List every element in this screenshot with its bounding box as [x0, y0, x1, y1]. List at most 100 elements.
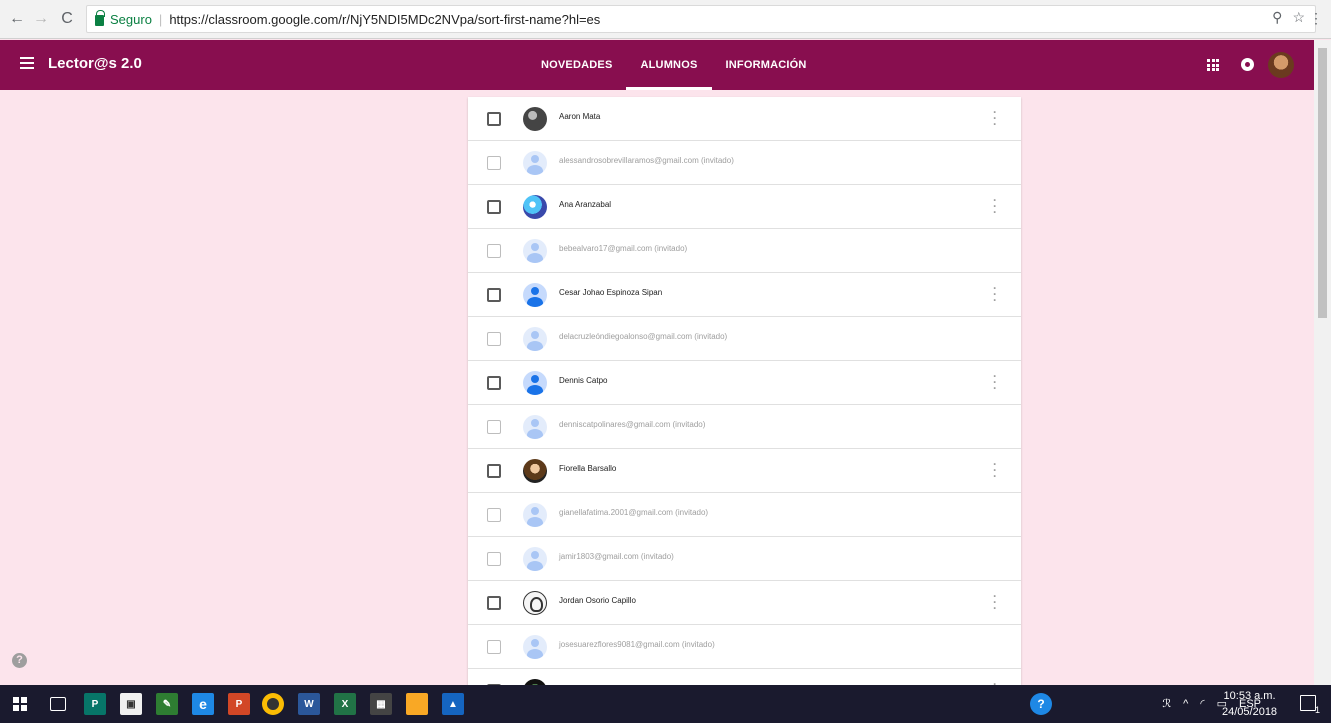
- photos-icon[interactable]: ▲: [442, 693, 464, 715]
- student-row[interactable]: Jordan Osorio Capillo · · ·: [468, 581, 1021, 625]
- more-options-icon[interactable]: ···: [993, 282, 997, 306]
- student-name[interactable]: Aaron Mata: [559, 112, 600, 121]
- invited-row[interactable]: josesuarezflores9081@gmail.com (invitado…: [468, 625, 1021, 669]
- address-bar-actions: ⚲ ☆: [1272, 9, 1305, 26]
- more-options-icon[interactable]: ···: [993, 590, 997, 614]
- lock-icon: [95, 10, 105, 26]
- separator: |: [158, 11, 163, 27]
- notifications-icon[interactable]: [1241, 58, 1254, 71]
- default-avatar-icon: [523, 151, 547, 175]
- student-avatar: [523, 459, 547, 483]
- student-name[interactable]: Ana Aranzabal: [559, 200, 611, 209]
- tab-novedades[interactable]: NOVEDADES: [527, 40, 626, 90]
- people-icon[interactable]: ℛ: [1162, 697, 1171, 710]
- student-row[interactable]: Fiorella Barsallo · · ·: [468, 449, 1021, 493]
- invited-email: denniscatpolinares@gmail.com (invitado): [559, 420, 706, 429]
- select-checkbox[interactable]: [487, 464, 501, 478]
- more-options-icon[interactable]: ···: [993, 106, 997, 130]
- apps-grid-icon[interactable]: [1207, 59, 1219, 71]
- invited-row[interactable]: jamir1803@gmail.com (invitado): [468, 537, 1021, 581]
- select-checkbox[interactable]: [487, 288, 501, 302]
- select-checkbox[interactable]: [487, 420, 501, 434]
- select-checkbox[interactable]: [487, 508, 501, 522]
- calculator-icon[interactable]: ▦: [370, 693, 392, 715]
- excel-icon[interactable]: X: [334, 693, 356, 715]
- select-checkbox[interactable]: [487, 244, 501, 258]
- more-options-icon[interactable]: ···: [993, 458, 997, 482]
- student-row[interactable]: Ana Aranzabal · · ·: [468, 185, 1021, 229]
- url-text: https://classroom.google.com/r/NjY5NDI5M…: [169, 11, 601, 27]
- invited-email: gianellafatima.2001@gmail.com (invitado): [559, 508, 709, 517]
- help-tray-icon[interactable]: ?: [1030, 693, 1052, 715]
- star-icon[interactable]: ☆: [1292, 9, 1305, 26]
- profile-avatar[interactable]: [1268, 52, 1294, 78]
- invited-row[interactable]: alessandrosobrevillaramos@gmail.com (inv…: [468, 141, 1021, 185]
- invited-email: josesuarezflores9081@gmail.com (invitado…: [559, 640, 715, 649]
- student-avatar: [523, 195, 547, 219]
- select-checkbox[interactable]: [487, 596, 501, 610]
- action-center-icon[interactable]: 1: [1300, 695, 1320, 715]
- student-roster: Aaron Mata · · · alessandrosobrevillaramos@…: [468, 97, 1021, 685]
- edge-icon[interactable]: e: [192, 693, 214, 715]
- invited-email: bebealvaro17@gmail.com (invitado): [559, 244, 688, 253]
- student-name[interactable]: Dennis Catpo: [559, 376, 607, 385]
- word-icon[interactable]: W: [298, 693, 320, 715]
- invited-row[interactable]: delacruzleóndiegoalonso@gmail.com (invit…: [468, 317, 1021, 361]
- system-clock[interactable]: 10:53 a.m. 24/05/2018: [1222, 688, 1277, 720]
- hamburger-menu-icon[interactable]: [20, 57, 34, 69]
- student-row[interactable]: Dennis Catpo · · ·: [468, 361, 1021, 405]
- help-icon[interactable]: ?: [12, 653, 27, 668]
- invited-email: alessandrosobrevillaramos@gmail.com (inv…: [559, 156, 734, 165]
- select-checkbox[interactable]: [487, 640, 501, 654]
- tab-alumnos[interactable]: ALUMNOS: [626, 40, 712, 90]
- student-name[interactable]: Jordan Osorio Capillo: [559, 596, 636, 605]
- invited-email: jamir1803@gmail.com (invitado): [559, 552, 674, 561]
- file-explorer-icon[interactable]: [406, 693, 428, 715]
- student-avatar: [523, 591, 547, 615]
- select-checkbox[interactable]: [487, 156, 501, 170]
- clock-date: 24/05/2018: [1222, 706, 1278, 718]
- store-icon[interactable]: ▣: [120, 693, 142, 715]
- select-checkbox[interactable]: [487, 332, 501, 346]
- address-bar[interactable]: Seguro | https://classroom.google.com/r/…: [86, 5, 1316, 33]
- default-avatar-icon: [523, 327, 547, 351]
- invited-row[interactable]: bebealvaro17@gmail.com (invitado): [468, 229, 1021, 273]
- select-checkbox[interactable]: [487, 552, 501, 566]
- windows-start-icon[interactable]: [12, 696, 28, 712]
- back-arrow-icon[interactable]: ←: [6, 8, 28, 30]
- reload-icon[interactable]: C: [56, 8, 78, 30]
- class-title[interactable]: Lector@s 2.0: [48, 55, 142, 72]
- browser-menu-icon[interactable]: ⋮: [1309, 10, 1323, 27]
- more-options-icon[interactable]: ···: [993, 370, 997, 394]
- default-avatar-icon: [523, 415, 547, 439]
- select-checkbox[interactable]: [487, 200, 501, 214]
- select-checkbox[interactable]: [487, 376, 501, 390]
- publisher-icon[interactable]: P: [84, 693, 106, 715]
- student-row[interactable]: Aaron Mata · · ·: [468, 97, 1021, 141]
- browser-toolbar: ← → C Seguro | https://classroom.google.…: [0, 0, 1331, 39]
- forward-arrow-icon[interactable]: →: [30, 8, 52, 30]
- default-avatar-icon: [523, 635, 547, 659]
- paint-icon[interactable]: ✎: [156, 693, 178, 715]
- invited-row[interactable]: gianellafatima.2001@gmail.com (invitado): [468, 493, 1021, 537]
- student-name[interactable]: Cesar Johao Espinoza Sipan: [559, 288, 662, 297]
- wifi-icon[interactable]: ◜: [1200, 697, 1204, 710]
- zoom-icon[interactable]: ⚲: [1272, 9, 1282, 26]
- select-checkbox[interactable]: [487, 112, 501, 126]
- more-options-icon[interactable]: ···: [993, 194, 997, 218]
- student-avatar: [523, 107, 547, 131]
- page-scrollbar[interactable]: [1314, 40, 1331, 685]
- notification-count: 1: [1314, 705, 1320, 715]
- chevron-up-icon[interactable]: ^: [1183, 698, 1188, 710]
- scrollbar-thumb[interactable]: [1318, 48, 1327, 318]
- chrome-icon[interactable]: [262, 693, 284, 715]
- student-row-partial[interactable]: ···: [468, 669, 1021, 685]
- powerpoint-icon[interactable]: P: [228, 693, 250, 715]
- default-avatar-icon: [523, 547, 547, 571]
- invited-row[interactable]: denniscatpolinares@gmail.com (invitado): [468, 405, 1021, 449]
- app-header: Lector@s 2.0 NOVEDADES ALUMNOS INFORMACI…: [0, 40, 1314, 90]
- student-name[interactable]: Fiorella Barsallo: [559, 464, 616, 473]
- tab-informacion[interactable]: INFORMACIÓN: [712, 40, 821, 90]
- student-row[interactable]: Cesar Johao Espinoza Sipan · · ·: [468, 273, 1021, 317]
- task-view-icon[interactable]: [50, 697, 66, 711]
